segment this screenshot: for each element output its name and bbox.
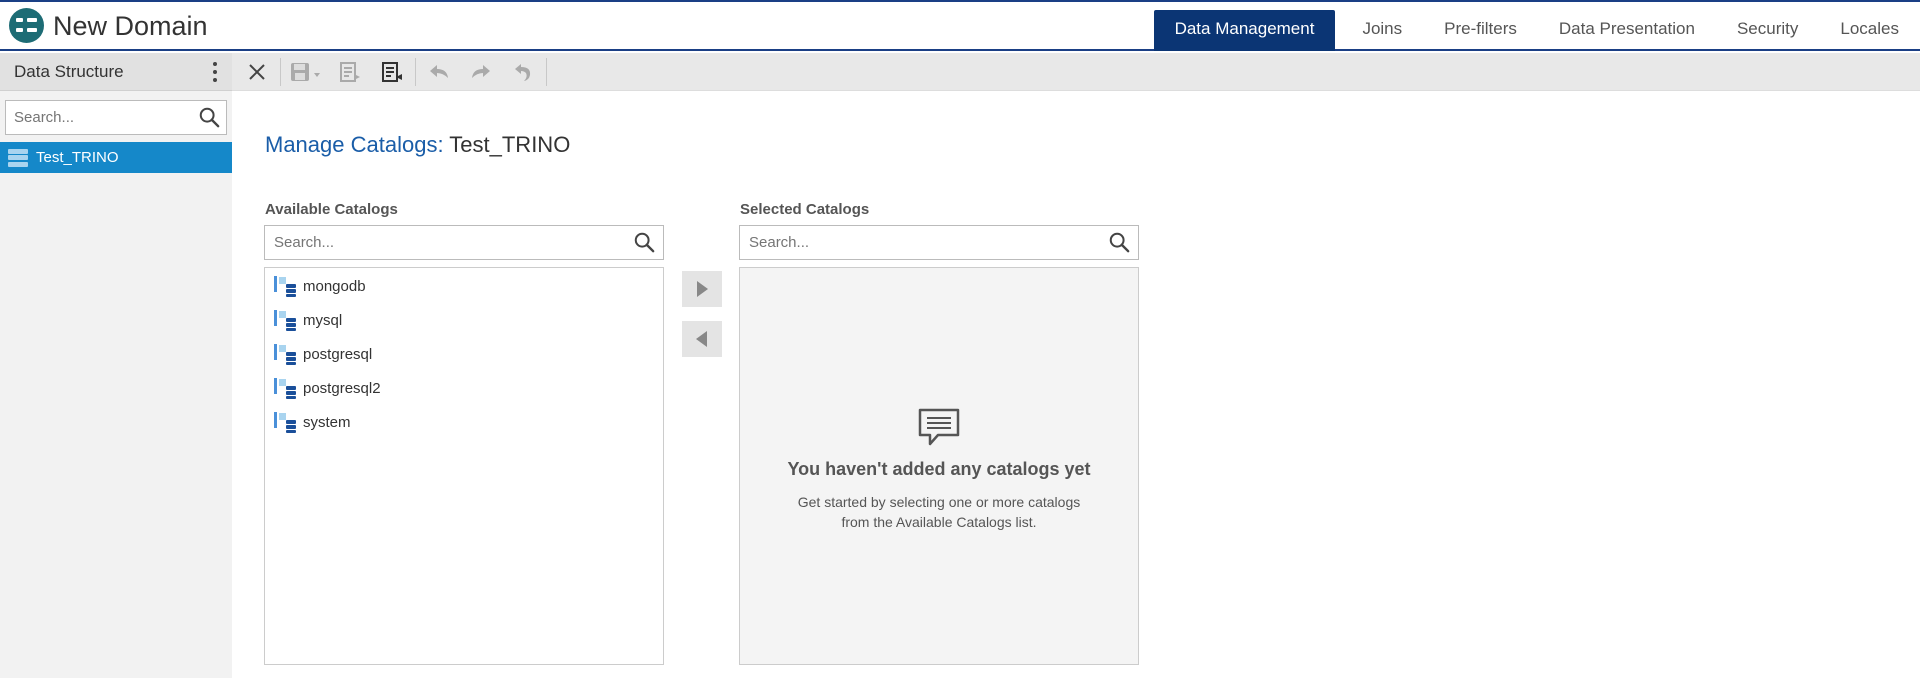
more-options-icon[interactable] <box>212 61 218 82</box>
redo-button[interactable] <box>460 53 502 91</box>
app-title: New Domain <box>53 11 208 41</box>
message-icon <box>918 408 960 446</box>
empty-state-title: You haven't added any catalogs yet <box>787 459 1091 479</box>
selected-catalogs-list: You haven't added any catalogs yet Get s… <box>739 267 1139 665</box>
datasource-icon <box>8 148 28 167</box>
tab-data-presentation[interactable]: Data Presentation <box>1538 10 1716 51</box>
add-catalog-button[interactable] <box>682 271 722 307</box>
arrow-left-icon <box>696 331 707 347</box>
toolbar-separator <box>546 57 547 86</box>
selected-catalogs-search <box>739 225 1139 260</box>
tree-item-test-trino[interactable]: Test_TRINO <box>0 142 232 173</box>
available-catalogs-search-input[interactable] <box>265 226 663 259</box>
search-icon[interactable] <box>633 231 655 253</box>
catalog-item-postgresql[interactable]: postgresql <box>265 337 663 371</box>
sidebar-search <box>5 100 227 135</box>
tab-joins[interactable]: Joins <box>1341 10 1423 51</box>
empty-state-description: Get started by selecting one or more cat… <box>740 492 1138 532</box>
tab-data-management[interactable]: Data Management <box>1153 10 1336 51</box>
sidebar-header: Data Structure <box>0 53 232 91</box>
catalog-item-label: postgresql <box>303 345 373 363</box>
sidebar-search-input[interactable] <box>6 101 226 134</box>
catalog-item-label: mongodb <box>303 277 366 295</box>
undo-all-button[interactable] <box>502 53 544 91</box>
tab-pre-filters[interactable]: Pre-filters <box>1423 10 1538 51</box>
data-structure-sidebar: Data Structure Test_TRINO <box>0 53 232 678</box>
catalog-icon <box>274 378 296 399</box>
page-title: Manage Catalogs: Test_TRINO <box>265 131 570 159</box>
properties-edit-icon <box>382 61 402 82</box>
toolbar-separator <box>415 57 416 86</box>
catalog-icon <box>274 310 296 331</box>
search-icon[interactable] <box>1108 231 1130 253</box>
toolbar <box>232 53 1920 91</box>
tree-item-label: Test_TRINO <box>36 149 119 166</box>
close-button[interactable] <box>236 53 278 91</box>
undo-all-icon <box>515 63 531 81</box>
save-button[interactable] <box>283 53 329 91</box>
available-catalogs-search <box>264 225 664 260</box>
catalog-item-mongodb[interactable]: mongodb <box>265 269 663 303</box>
available-catalogs-list: mongodb mysql postgresql postgresql2 sys… <box>264 267 664 665</box>
properties-button[interactable] <box>329 53 371 91</box>
empty-state-line: Get started by selecting one or more cat… <box>797 494 1081 510</box>
properties-edit-button[interactable] <box>371 53 413 91</box>
close-icon <box>249 63 265 80</box>
domain-logo-icon <box>9 8 44 43</box>
remove-catalog-button[interactable] <box>682 321 722 357</box>
available-catalogs-label: Available Catalogs <box>265 201 398 218</box>
catalog-icon <box>274 412 296 433</box>
properties-icon <box>340 61 360 82</box>
catalog-icon <box>274 344 296 365</box>
catalog-item-postgresql2[interactable]: postgresql2 <box>265 371 663 405</box>
catalog-item-label: mysql <box>303 311 343 329</box>
tab-locales[interactable]: Locales <box>1819 10 1920 51</box>
selected-catalogs-search-input[interactable] <box>740 226 1138 259</box>
app-header: New Domain Data Management Joins Pre-fil… <box>0 0 1920 51</box>
selected-catalogs-label: Selected Catalogs <box>740 201 870 218</box>
tab-security[interactable]: Security <box>1716 10 1819 51</box>
save-icon <box>291 62 320 81</box>
sidebar-title: Data Structure <box>14 61 124 81</box>
toolbar-separator <box>280 57 281 86</box>
undo-icon <box>430 64 448 78</box>
catalog-item-mysql[interactable]: mysql <box>265 303 663 337</box>
redo-icon <box>472 64 490 78</box>
empty-state-line: from the Available Catalogs list. <box>841 514 1037 530</box>
catalog-icon <box>274 276 296 297</box>
page-title-value: Test_TRINO <box>449 132 571 157</box>
catalog-item-system[interactable]: system <box>265 405 663 439</box>
page-title-label: Manage Catalogs: <box>265 132 444 157</box>
catalog-item-label: system <box>303 413 351 431</box>
arrow-right-icon <box>697 281 708 297</box>
main-tabs: Data Management Joins Pre-filters Data P… <box>1153 10 1920 51</box>
catalog-item-label: postgresql2 <box>303 379 381 397</box>
undo-button[interactable] <box>418 53 460 91</box>
empty-state: You haven't added any catalogs yet Get s… <box>740 408 1138 532</box>
search-icon[interactable] <box>198 106 220 128</box>
